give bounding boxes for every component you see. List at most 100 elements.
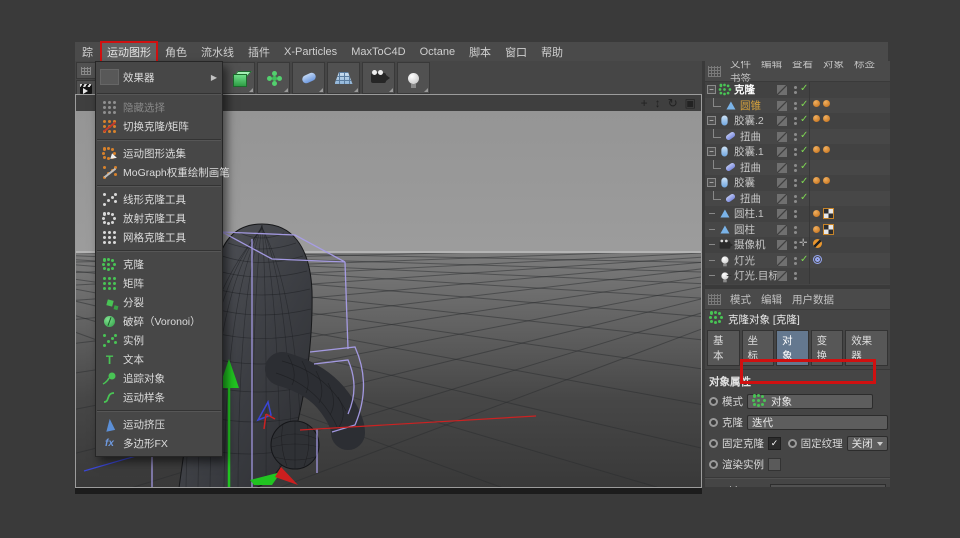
visibility-dots-icon[interactable] (794, 117, 797, 120)
mograph-menu-item-cloner[interactable]: 克隆 (96, 255, 222, 274)
layer-color-swatch[interactable] (777, 162, 787, 173)
toolbar-light-icon[interactable] (397, 62, 430, 94)
enabled-check-icon[interactable]: ✓ (800, 83, 808, 94)
protection-tag-icon[interactable] (813, 239, 822, 248)
mograph-menu-item-weight-paintbrush[interactable]: MoGraph权重绘制画笔 (96, 163, 230, 182)
phong-tag-icon[interactable] (813, 146, 820, 153)
visibility-dots-icon[interactable] (794, 256, 797, 260)
grip-handle-icon[interactable] (76, 62, 96, 79)
object-row-圆锥[interactable]: 圆锥 ✓ (705, 97, 890, 113)
toolbar-deformer-icon[interactable] (292, 62, 325, 94)
menubar-item-octane[interactable]: Octane (413, 44, 462, 60)
enabled-check-icon[interactable]: ✓ (800, 99, 808, 110)
panel-grip-icon[interactable] (708, 65, 721, 77)
mograph-menu-item-hide-selection[interactable]: 隐藏选择 (96, 98, 222, 117)
phong-tag-icon[interactable] (813, 99, 820, 107)
mograph-menu-item-motion-extrude[interactable]: 运动挤压 (96, 415, 222, 434)
visibility-dots-icon[interactable] (794, 241, 797, 244)
object-row-扭曲[interactable]: 扭曲 ✓ (705, 128, 890, 144)
menubar-item-window[interactable]: 窗口 (498, 42, 534, 62)
mograph-menu-item-radial-clone-tool[interactable]: 放射克隆工具 (96, 209, 222, 228)
object-row-圆柱[interactable]: 圆柱 (705, 221, 890, 237)
layer-color-swatch[interactable] (777, 147, 787, 157)
expand-toggle-icon[interactable]: − (707, 116, 716, 126)
mode-dropdown[interactable]: 对象 (747, 393, 873, 409)
clones-animation-radio[interactable] (709, 418, 718, 427)
object-row-扭曲[interactable]: 扭曲 ✓ (705, 159, 890, 175)
enabled-check-icon[interactable]: ✓ (800, 114, 808, 125)
render-instances-checkbox[interactable] (768, 458, 781, 471)
object-row-扭曲[interactable]: 扭曲 ✓ (705, 190, 890, 206)
layer-color-swatch[interactable] (777, 193, 787, 204)
visibility-dots-icon[interactable] (794, 101, 797, 105)
enabled-check-icon[interactable]: ✓ (800, 176, 808, 187)
fix-clone-animation-radio[interactable] (709, 439, 718, 448)
target-tag-icon[interactable] (813, 254, 822, 264)
texture-tag-icon[interactable] (823, 223, 834, 235)
texture-tag-icon[interactable] (823, 208, 834, 219)
phong-tag-icon[interactable] (813, 225, 820, 233)
phong-tag-icon[interactable] (823, 146, 830, 153)
mograph-menu-item-mospline[interactable]: 运动样条 (96, 388, 222, 407)
om-menu-文件[interactable]: 文件 (725, 61, 756, 70)
mograph-menu-item-swap-clone-matrix[interactable]: 切换克隆/矩阵 (96, 117, 222, 136)
om-menu-查看[interactable]: 查看 (787, 61, 818, 70)
visibility-dots-icon[interactable] (794, 179, 797, 182)
layer-color-swatch[interactable] (777, 131, 787, 142)
pan-view-icon[interactable]: + (641, 95, 648, 111)
expand-toggle-icon[interactable]: − (707, 178, 716, 188)
enabled-check-icon[interactable]: ✓ (800, 145, 808, 156)
layer-color-swatch[interactable] (777, 116, 787, 126)
mograph-menu-item-effector[interactable]: 效果器 ▶ (96, 64, 222, 90)
layer-color-swatch[interactable] (777, 209, 787, 219)
mograph-menu-item-polyfx[interactable]: fx 多边形FX (96, 434, 222, 453)
object-row-圆柱.1[interactable]: 圆柱.1 (705, 206, 890, 222)
object-row-克隆[interactable]: − 克隆 ✓ (705, 82, 890, 98)
layer-color-swatch[interactable] (777, 85, 787, 95)
toolbar-mograph-object-icon[interactable] (257, 62, 290, 94)
menubar-item-x-particles[interactable]: X-Particles (277, 44, 344, 60)
layer-color-swatch[interactable] (777, 240, 787, 250)
object-link-field[interactable] (769, 484, 886, 487)
enabled-check-icon[interactable]: ✓ (800, 192, 808, 203)
mograph-menu-item-mograph-selection[interactable]: 运动图形选集 (96, 144, 222, 163)
mograph-menu-item-tracer[interactable]: 追踪对象 (96, 369, 222, 388)
object-row-胶囊.2[interactable]: − 胶囊.2 ✓ (705, 113, 890, 129)
rotate-view-icon[interactable]: ↻ (668, 95, 678, 111)
visibility-dots-icon[interactable] (794, 148, 797, 151)
toolbar-add-primitive-cube-icon[interactable] (222, 62, 255, 94)
layer-color-swatch[interactable] (777, 271, 787, 281)
phong-tag-icon[interactable] (813, 115, 820, 122)
zoom-view-icon[interactable]: ↕ (655, 95, 661, 111)
visibility-dots-icon[interactable] (794, 194, 797, 198)
menubar-item-pipeline[interactable]: 流水线 (194, 42, 241, 62)
render-instances-animation-radio[interactable] (709, 460, 718, 469)
phong-tag-icon[interactable] (823, 99, 830, 107)
layer-color-swatch[interactable] (777, 100, 787, 111)
camera-link-icon[interactable]: ✛ (799, 238, 807, 249)
toolbar-camera-icon[interactable] (362, 62, 395, 94)
expand-toggle-icon[interactable]: − (707, 147, 716, 157)
phong-tag-icon[interactable] (823, 177, 830, 184)
menubar-item-tracking-partial[interactable]: 踪 (75, 42, 100, 62)
enabled-check-icon[interactable]: ✓ (800, 254, 808, 265)
visibility-dots-icon[interactable] (794, 225, 797, 229)
toolbar-environment-floor-icon[interactable] (327, 62, 360, 94)
om-menu-标签[interactable]: 标签 (849, 61, 880, 70)
enabled-check-icon[interactable]: ✓ (800, 130, 808, 141)
phong-tag-icon[interactable] (823, 115, 830, 122)
object-row-胶囊[interactable]: − 胶囊 ✓ (705, 175, 890, 191)
menubar-item-script[interactable]: 脚本 (462, 42, 498, 62)
object-row-灯光[interactable]: 灯光 ✓ (705, 252, 890, 268)
fix-clone-checkbox[interactable]: ✓ (768, 437, 781, 450)
mograph-menu-item-matrix[interactable]: 矩阵 (96, 274, 222, 293)
layer-color-swatch[interactable] (777, 178, 787, 188)
om-menu-编辑[interactable]: 编辑 (756, 61, 787, 70)
mograph-menu-item-text[interactable]: T 文本 (96, 350, 222, 369)
visibility-dots-icon[interactable] (794, 163, 797, 167)
mograph-menu-item-fracture[interactable]: 分裂 (96, 293, 222, 312)
phong-tag-icon[interactable] (813, 177, 820, 184)
tab-基本[interactable]: 基本 (707, 330, 740, 366)
fix-texture-animation-radio[interactable] (787, 439, 797, 448)
fix-texture-dropdown[interactable]: 关闭 (846, 436, 888, 451)
